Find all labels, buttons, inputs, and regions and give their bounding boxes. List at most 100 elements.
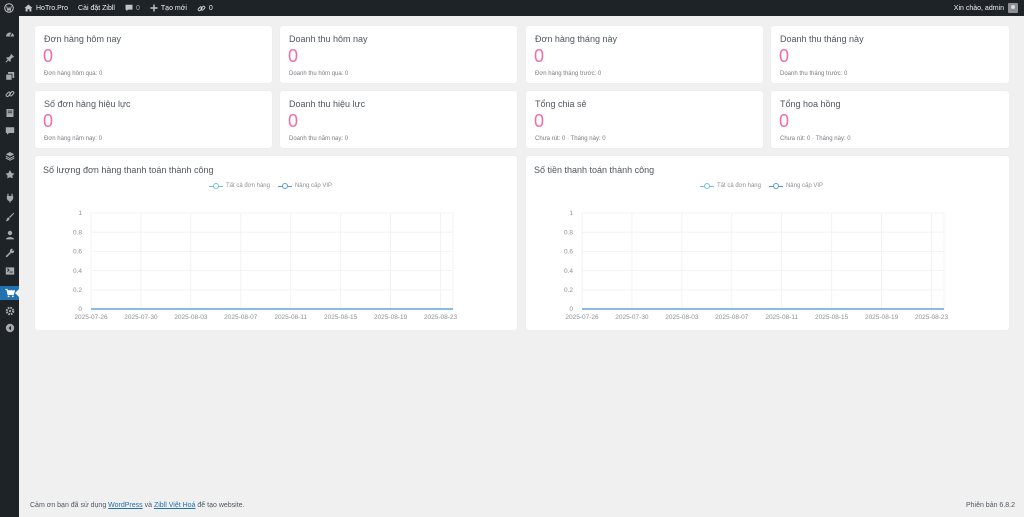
stat-value: 0 [43,111,54,131]
stat-title: Doanh thu hôm nay [289,34,368,44]
stat-title: Tổng hoa hồng [780,99,841,109]
links-count: 0 [208,4,213,12]
tools-icon [5,248,14,257]
sidebar-item-collapse[interactable] [4,322,15,333]
dashboard-icon [5,31,14,36]
stat-card-total-shares: Tổng chia sẻ 0 Chưa rút: 0 · Tháng này: … [526,91,763,148]
users-icon [5,230,14,239]
stat-subtext: Đơn hàng hôm qua: 0 [44,71,103,77]
y-tick-label: 0.6 [73,249,82,256]
stat-title: Doanh thu tháng này [780,34,864,44]
avatar [1008,3,1018,13]
payment-amount-line-chart: 0 0.2 0.4 0.6 0.8 1 2025-07-26 2025-07-30 2025-0… [564,210,949,321]
comments-link[interactable]: 0 [120,0,145,16]
comments-icon [125,4,133,12]
stat-value: 0 [43,46,54,66]
stat-subtext: Chưa rút: 0 · Tháng này: 0 [535,136,606,142]
sidebar-item-layers[interactable] [4,150,15,161]
stat-card-orders-today: Đơn hàng hôm nay 0 Đơn hàng hôm qua: 0 [35,26,272,83]
sidebar-item-dashboard[interactable] [4,28,15,39]
sidebar-item-pages[interactable] [4,107,15,118]
x-tick-label: 2025-08-15 [815,314,849,321]
layers-icon [5,151,14,161]
y-tick-label: 1 [78,210,82,217]
y-tick-label: 0.4 [564,268,573,275]
x-tick-label: 2025-08-03 [174,314,208,321]
x-tick-label: 2025-08-19 [374,314,408,321]
y-tick-label: 1 [569,210,573,217]
plugins-icon [6,193,13,203]
wordpress-link[interactable]: WordPress [108,502,143,509]
stat-value: 0 [534,111,545,131]
my-account-link[interactable]: Xin chào, admin [949,0,1024,16]
new-content-link[interactable]: Tạo mới [145,0,192,16]
pin-icon [4,53,14,63]
sidebar-item-tools[interactable] [4,247,15,258]
zibll-viet-hoa-link[interactable]: Zibll Việt Hoá [154,502,196,509]
x-tick-label: 2025-08-07 [224,314,258,321]
y-tick-label: 0.8 [73,229,82,236]
sidebar-active-arrow [15,289,19,297]
stat-value: 0 [288,111,299,131]
theme-settings-icon [5,169,14,178]
sidebar-item-posts[interactable] [4,52,15,63]
y-tick-label: 0 [569,306,573,313]
stat-value: 0 [779,111,790,131]
x-tick-label: 2025-08-11 [274,314,307,321]
footer-text-after: để tạo website. [195,502,245,509]
x-tick-label: 2025-07-26 [565,314,599,321]
stat-subtext: Đơn hàng tháng trước: 0 [535,71,602,77]
wordpress-logo-icon[interactable] [0,0,19,16]
links-link[interactable]: 0 [192,0,218,16]
links-icon [5,90,14,97]
stat-subtext: Doanh thu năm nay: 0 [289,136,349,142]
greeting-text: Xin chào, admin [953,4,1004,12]
sidebar-item-appearance[interactable] [4,211,15,222]
settings-icon [5,266,14,275]
y-tick-label: 0.2 [73,287,82,294]
comments-icon [5,126,14,135]
sidebar-item-theme-settings[interactable] [4,168,15,179]
admin-sidebar [0,16,19,517]
sidebar-item-shop[interactable] [4,287,15,298]
stat-card-revenue-month: Doanh thu tháng này 0 Doanh thu tháng tr… [771,26,1009,83]
x-tick-label: 2025-08-19 [865,314,899,321]
footer-version: Phiên bản 6.8.2 [965,502,1015,509]
sidebar-item-users[interactable] [4,229,15,240]
new-content-label: Tạo mới [160,4,187,12]
zibll-settings-link[interactable]: Cài đặt Zibll [73,0,120,16]
sidebar-item-plugins[interactable] [4,192,15,203]
x-tick-label: 2025-08-11 [765,314,798,321]
x-tick-label: 2025-08-07 [715,314,749,321]
stat-title: Tổng chia sẻ [535,99,587,109]
footer-thankyou: Cảm ơn bạn đã sử dụng WordPress và Zibll… [30,502,245,509]
stat-subtext: Doanh thu hôm qua: 0 [289,71,349,77]
site-name-link[interactable]: HoTro.Pro [19,0,73,16]
x-tick-label: 2025-08-15 [324,314,358,321]
chart-card-payment-amount: Số tiền thanh toán thành công Tất cả đơn… [526,156,1009,330]
sidebar-item-settings[interactable] [4,265,15,276]
admin-bar: HoTro.Pro Cài đặt Zibll 0 Tạo mới 0 Xin … [0,0,1024,16]
plus-icon [150,4,158,12]
stat-value: 0 [288,46,299,66]
stat-title: Đơn hàng tháng này [535,34,617,44]
sidebar-item-comments[interactable] [4,125,15,136]
chart-card-order-count: Số lượng đơn hàng thanh toán thành công … [35,156,517,330]
site-name: HoTro.Pro [36,4,69,12]
comments-count: 0 [136,4,140,12]
x-tick-label: 2025-08-23 [424,314,458,321]
stat-value: 0 [779,46,790,66]
sidebar-item-links[interactable] [4,88,15,99]
x-tick-label: 2025-07-26 [74,314,108,321]
order-count-line-chart: 0 0.2 0.4 0.6 0.8 1 2025-07-26 2025-07-30 2025-0… [73,210,458,321]
y-tick-label: 0.8 [564,229,573,236]
stat-card-valid-revenue: Doanh thu hiệu lực 0 Doanh thu năm nay: … [280,91,517,148]
x-tick-label: 2025-07-30 [124,314,158,321]
gear-icon [5,306,14,315]
appearance-icon [5,212,14,221]
sidebar-item-gear[interactable] [4,305,15,316]
shop-cart-icon [4,288,15,297]
sidebar-item-media[interactable] [4,70,15,81]
footer-text-and: và [142,502,154,509]
y-tick-label: 0 [78,306,82,313]
